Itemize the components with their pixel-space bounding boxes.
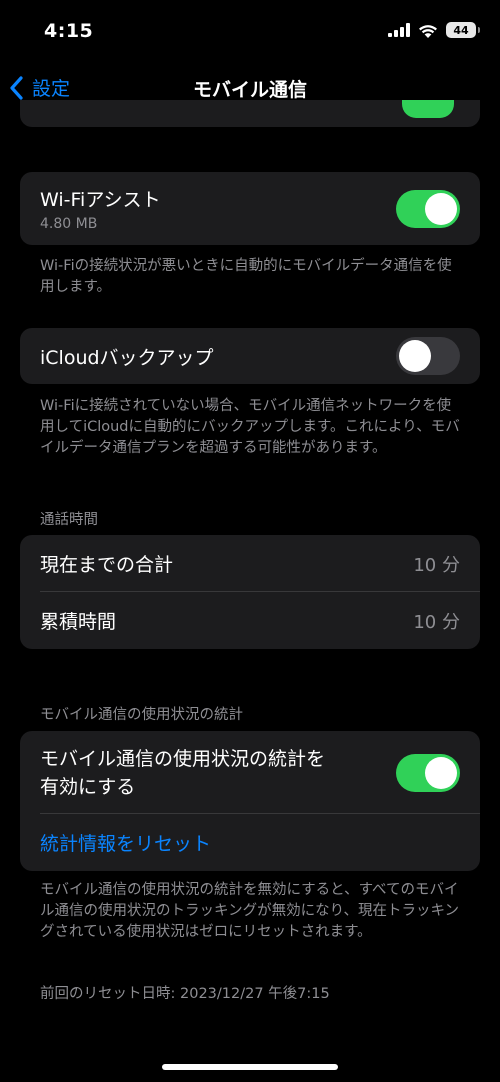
call-time-total-row: 現在までの合計 10 分 xyxy=(20,535,480,592)
wifi-assist-usage: 4.80 MB xyxy=(40,216,98,232)
call-time-cumulative-value: 10 分 xyxy=(413,611,460,633)
usage-stats-toggle-label-line2: 有効にする xyxy=(40,775,136,798)
toggle-knob xyxy=(425,192,457,225)
battery-icon: 44 xyxy=(446,22,480,38)
wifi-assist-toggle[interactable] xyxy=(396,189,460,228)
wifi-assist-label: Wi-Fiアシスト xyxy=(40,189,161,211)
call-time-total-value: 10 分 xyxy=(413,554,460,576)
wifi-icon xyxy=(419,24,437,38)
status-icons: 44 xyxy=(388,22,480,38)
wifi-assist-footer: Wi-Fiの接続状況が悪いときに自動的にモバイルデータ通信を使用します。 xyxy=(40,258,452,295)
icloud-backup-label: iCloudバックアップ xyxy=(40,346,214,369)
usage-stats-toggle-row: モバイル通信の使用状況の統計を 有効にする xyxy=(20,731,480,814)
usage-stats-footer: モバイル通信の使用状況の統計を無効にすると、すべてのモバイル通信の使用状況のトラ… xyxy=(40,882,460,940)
status-time: 4:15 xyxy=(44,20,94,42)
reset-stats-button[interactable]: 統計情報をリセット xyxy=(40,829,211,856)
call-time-cumulative-row: 累積時間 10 分 xyxy=(20,592,480,649)
wifi-assist-card: Wi-Fiアシスト 4.80 MB xyxy=(20,172,480,245)
toggle-knob xyxy=(425,756,457,789)
reset-stats-row[interactable]: 統計情報をリセット xyxy=(20,814,480,871)
wifi-assist-row: Wi-Fiアシスト 4.80 MB xyxy=(20,172,480,245)
call-time-total-label: 現在までの合計 xyxy=(40,554,174,576)
cellular-signal-icon xyxy=(388,23,410,37)
icloud-backup-card: iCloudバックアップ xyxy=(20,328,480,384)
previous-toggle-edge[interactable] xyxy=(402,100,454,118)
icloud-backup-footer: Wi-Fiに接続されていない場合、モバイル通信ネットワークを使用してiCloud… xyxy=(40,398,460,456)
usage-stats-toggle-label-line1: モバイル通信の使用状況の統計を xyxy=(40,747,326,770)
call-time-header: 通話時間 xyxy=(40,512,98,528)
icloud-backup-toggle[interactable] xyxy=(396,337,460,375)
last-reset-date: 前回のリセット日時: 2023/12/27 午後7:15 xyxy=(40,986,330,1002)
usage-stats-header: モバイル通信の使用状況の統計 xyxy=(40,707,243,723)
home-indicator xyxy=(162,1064,338,1070)
usage-stats-toggle-label: モバイル通信の使用状況の統計を 有効にする xyxy=(40,745,325,801)
usage-stats-toggle[interactable] xyxy=(396,753,460,792)
usage-stats-card: モバイル通信の使用状況の統計を 有効にする 統計情報をリセット xyxy=(20,731,480,871)
wifi-assist-text: Wi-Fiアシスト 4.80 MB xyxy=(40,185,161,232)
icloud-backup-row: iCloudバックアップ xyxy=(20,328,480,384)
page-title: モバイル通信 xyxy=(192,79,307,101)
toggle-knob xyxy=(399,340,431,372)
call-time-cumulative-label: 累積時間 xyxy=(40,611,117,633)
status-bar: 4:15 44 xyxy=(0,0,500,62)
battery-level: 44 xyxy=(453,23,469,37)
call-time-card: 現在までの合計 10 分 累積時間 10 分 xyxy=(20,535,480,649)
